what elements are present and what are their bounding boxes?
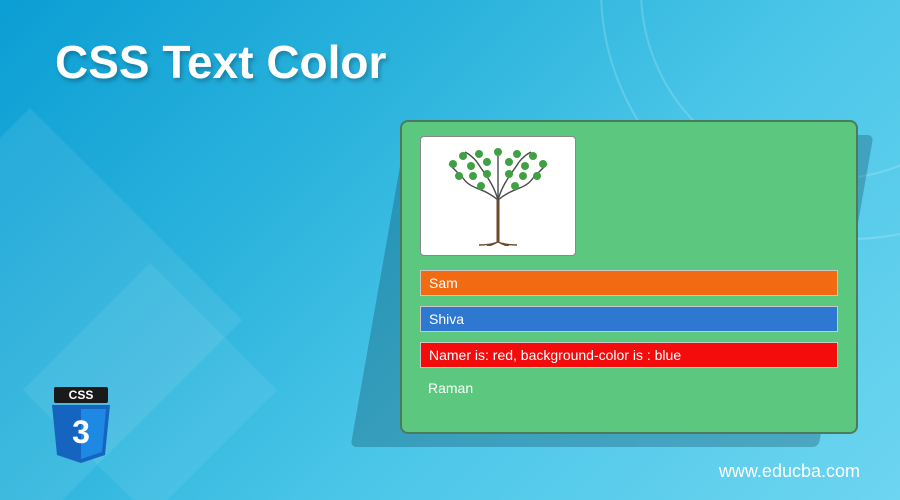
page-title: CSS Text Color: [55, 35, 386, 89]
example-row-red: Namer is: red, background-color is : blu…: [420, 342, 838, 368]
example-row-orange: Sam: [420, 270, 838, 296]
example-row-blue: Shiva: [420, 306, 838, 332]
example-card: Sam Shiva Namer is: red, background-colo…: [400, 120, 858, 434]
css3-three: 3: [72, 414, 90, 450]
example-row-plain: Raman: [420, 378, 838, 396]
row-text: Shiva: [429, 311, 464, 327]
tree-image-box: [420, 136, 576, 256]
row-text: Namer is: red, background-color is : blu…: [429, 347, 681, 363]
row-text: Sam: [429, 275, 458, 291]
tree-icon: [433, 142, 563, 251]
css3-label: CSS: [69, 388, 94, 402]
row-text: Raman: [428, 380, 473, 396]
website-url: www.educba.com: [719, 461, 860, 482]
css3-logo-icon: CSS 3: [48, 387, 114, 470]
